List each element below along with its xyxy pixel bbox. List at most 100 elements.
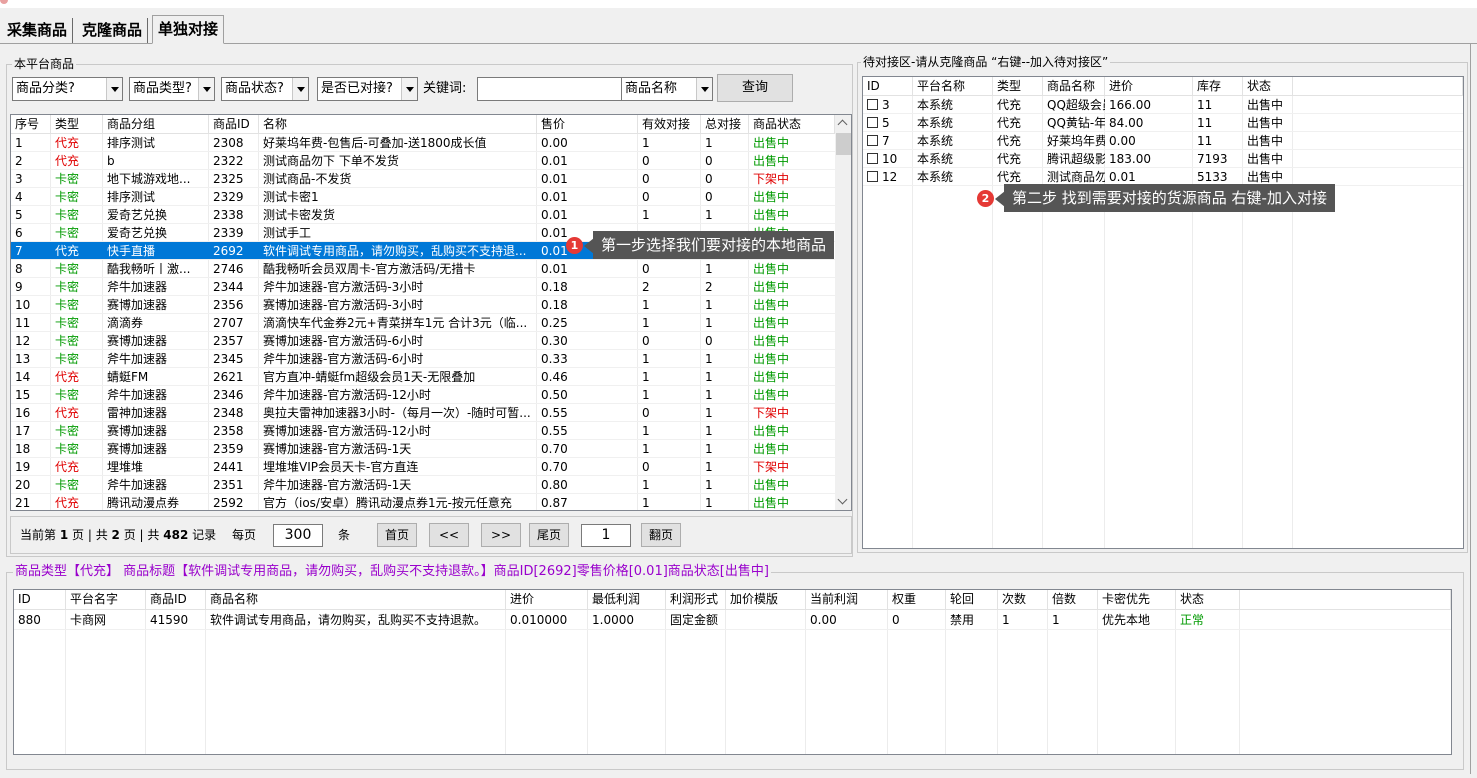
table-cell-col-index[interactable]: 13 xyxy=(11,350,51,368)
table-cell-col-index[interactable]: 18 xyxy=(11,440,51,458)
table-cell-col-name[interactable]: 斧牛加速器-官方激活码-12小时 xyxy=(259,386,537,404)
table-cell-col-name[interactable]: 好莱坞年费-包售后-可叠加-送1800成长值 xyxy=(259,134,537,152)
row-checkbox[interactable] xyxy=(867,135,878,146)
table-cell-col-name[interactable]: 埋堆堆VIP会员天卡-官方直连 xyxy=(259,458,537,476)
pending-row-id[interactable]: 5 xyxy=(863,114,913,132)
header-col-count[interactable]: 次数 xyxy=(998,590,1048,610)
table-cell-col-name[interactable]: 斧牛加速器-官方激活码-3小时 xyxy=(259,278,537,296)
pending-row-id[interactable]: 3 xyxy=(863,96,913,114)
header-col-id[interactable]: ID xyxy=(863,77,913,96)
category-select[interactable]: 商品分类? xyxy=(12,77,123,101)
table-cell-col-name[interactable]: 赛博加速器-官方激活码-3小时 xyxy=(259,296,537,314)
table-cell-col-index[interactable]: 7 xyxy=(11,242,51,260)
header-col-card-priority[interactable]: 卡密优先 xyxy=(1098,590,1176,610)
header-col-product-id[interactable]: 商品ID xyxy=(209,115,259,134)
header-col-product-id[interactable]: 商品ID xyxy=(146,590,206,610)
header-col-stock[interactable]: 库存 xyxy=(1193,77,1243,96)
pending-row-id[interactable]: 10 xyxy=(863,150,913,168)
scroll-up-icon[interactable] xyxy=(835,115,851,132)
table-cell-col-name[interactable]: 官方（ios/安卓）腾讯动漫点券1元-按元任意充 xyxy=(259,494,537,510)
keyword-input[interactable] xyxy=(477,77,622,101)
header-col-cost[interactable]: 进价 xyxy=(1105,77,1193,96)
row-checkbox[interactable] xyxy=(867,99,878,110)
row-checkbox[interactable] xyxy=(867,171,878,182)
header-col-name[interactable]: 名称 xyxy=(259,115,537,134)
table-cell-col-index[interactable]: 4 xyxy=(11,188,51,206)
tab-collect-products[interactable]: 采集商品 xyxy=(2,18,74,43)
header-col-group[interactable]: 商品分组 xyxy=(103,115,209,134)
header-col-multiple[interactable]: 倍数 xyxy=(1048,590,1098,610)
table-cell-col-name[interactable]: 测试商品勿下 下单不发货 xyxy=(259,152,537,170)
header-col-platform[interactable]: 平台名字 xyxy=(66,590,146,610)
table-cell-col-name[interactable]: 测试卡密发货 xyxy=(259,206,537,224)
header-col-price[interactable]: 售价 xyxy=(537,115,638,134)
table-cell-col-name[interactable]: 赛博加速器-官方激活码-1天 xyxy=(259,440,537,458)
table-cell-col-index[interactable]: 16 xyxy=(11,404,51,422)
table-cell-col-name[interactable]: 斧牛加速器-官方激活码-1天 xyxy=(259,476,537,494)
header-col-product-name[interactable]: 商品名称 xyxy=(1043,77,1105,96)
pending-row-id[interactable]: 12 xyxy=(863,168,913,186)
table-cell-col-name[interactable]: 测试卡密1 xyxy=(259,188,537,206)
tab-clone-products[interactable]: 克隆商品 xyxy=(77,18,149,43)
search-field-select[interactable]: 商品名称 xyxy=(621,77,713,101)
table-cell-col-index[interactable]: 1 xyxy=(11,134,51,152)
row-checkbox[interactable] xyxy=(867,117,878,128)
table-cell-col-index[interactable]: 12 xyxy=(11,332,51,350)
table-cell-col-index[interactable]: 14 xyxy=(11,368,51,386)
table-cell-col-index[interactable]: 20 xyxy=(11,476,51,494)
table-cell-col-name[interactable]: 软件调试专用商品，请勿购买，乱购买不支持退... xyxy=(259,242,537,260)
header-col-id[interactable]: ID xyxy=(14,590,66,610)
header-col-type[interactable]: 类型 xyxy=(993,77,1043,96)
last-page-button[interactable]: 尾页 xyxy=(529,523,569,547)
query-button[interactable]: 查询 xyxy=(717,74,793,102)
status-select[interactable]: 商品状态? xyxy=(221,77,309,101)
header-col-current-profit[interactable]: 当前利润 xyxy=(806,590,888,610)
scroll-thumb[interactable] xyxy=(836,133,851,155)
header-col-index[interactable]: 序号 xyxy=(11,115,51,134)
table-cell-col-name[interactable]: 奥拉夫雷神加速器3小时-（每月一次）-随时可暂... xyxy=(259,404,537,422)
docked-select[interactable]: 是否已对接? xyxy=(317,77,418,101)
header-col-product-name[interactable]: 商品名称 xyxy=(206,590,506,610)
tab-single-dock[interactable]: 单独对接 xyxy=(152,15,225,44)
go-page-button[interactable]: 翻页 xyxy=(641,523,681,547)
table-cell-col-name[interactable]: 斧牛加速器-官方激活码-6小时 xyxy=(259,350,537,368)
table-cell-col-index[interactable]: 11 xyxy=(11,314,51,332)
table-cell-col-index[interactable]: 15 xyxy=(11,386,51,404)
per-page-input[interactable]: 300 xyxy=(273,524,323,547)
table-cell-col-index[interactable]: 8 xyxy=(11,260,51,278)
table-cell-col-index[interactable]: 10 xyxy=(11,296,51,314)
table-cell-col-index[interactable]: 5 xyxy=(11,206,51,224)
type-select[interactable]: 商品类型? xyxy=(129,77,215,101)
table-cell-col-index[interactable]: 3 xyxy=(11,170,51,188)
table-cell-col-name[interactable]: 测试手工 xyxy=(259,224,537,242)
table-cell-col-name[interactable]: 滴滴快车代金券2元+青菜拼车1元 合计3元（临... xyxy=(259,314,537,332)
header-col-status[interactable]: 商品状态 xyxy=(749,115,835,134)
header-col-profit-type[interactable]: 利润形式 xyxy=(666,590,726,610)
row-checkbox[interactable] xyxy=(867,153,878,164)
header-col-platform[interactable]: 平台名称 xyxy=(913,77,993,96)
header-col-type[interactable]: 类型 xyxy=(51,115,103,134)
table-cell-col-index[interactable]: 17 xyxy=(11,422,51,440)
scroll-down-icon[interactable] xyxy=(835,493,851,510)
table-cell-col-name[interactable]: 官方直冲-蜻蜓fm超级会员1天-无限叠加 xyxy=(259,368,537,386)
table-cell-col-index[interactable]: 6 xyxy=(11,224,51,242)
header-col-cost[interactable]: 进价 xyxy=(506,590,588,610)
header-col-total-dock[interactable]: 总对接 xyxy=(701,115,749,134)
header-col-status[interactable]: 状态 xyxy=(1243,77,1293,96)
first-page-button[interactable]: 首页 xyxy=(377,523,417,547)
header-col-round[interactable]: 轮回 xyxy=(946,590,998,610)
header-col-status[interactable]: 状态 xyxy=(1176,590,1240,610)
header-col-min-profit[interactable]: 最低利润 xyxy=(588,590,666,610)
table-cell-col-name[interactable]: 赛博加速器-官方激活码-6小时 xyxy=(259,332,537,350)
table-cell-col-index[interactable]: 19 xyxy=(11,458,51,476)
table-cell-col-index[interactable]: 9 xyxy=(11,278,51,296)
pending-row-id[interactable]: 7 xyxy=(863,132,913,150)
table-cell-col-index[interactable]: 2 xyxy=(11,152,51,170)
header-col-weight[interactable]: 权重 xyxy=(888,590,946,610)
vertical-scrollbar[interactable] xyxy=(835,115,851,510)
page-number-input[interactable]: 1 xyxy=(581,524,631,547)
prev-page-button[interactable]: << xyxy=(429,523,469,547)
next-page-button[interactable]: >> xyxy=(481,523,521,547)
table-cell-col-name[interactable]: 酷我畅听会员双周卡-官方激活码/无措卡 xyxy=(259,260,537,278)
header-col-valid-dock[interactable]: 有效对接 xyxy=(638,115,701,134)
